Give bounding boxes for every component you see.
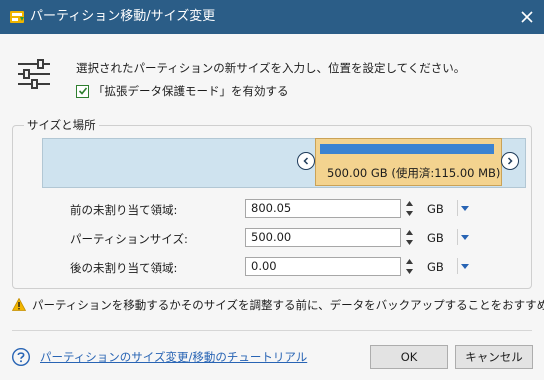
partition-wizard-icon <box>10 11 24 23</box>
window-title: パーティション移動/サイズ変更 <box>30 9 216 24</box>
chevron-right-icon <box>507 157 513 165</box>
partition-size-spinner[interactable] <box>402 228 416 247</box>
spin-down-icon[interactable] <box>402 209 416 218</box>
spin-down-icon[interactable] <box>402 267 416 276</box>
unallocated-before-label: 前の未割り当て領域: <box>70 203 178 217</box>
unallocated-before-spinner[interactable] <box>402 199 416 218</box>
enhanced-protection-option[interactable]: 「拡張データ保護モード」を有効する <box>76 83 289 99</box>
instruction-text: 選択されたパーティションの新サイズを入力し、位置を設定してください。 <box>76 61 466 75</box>
warning-icon <box>12 298 26 311</box>
unit-separator <box>457 229 458 245</box>
ok-button[interactable]: OK <box>370 345 448 369</box>
title-bar: パーティション移動/サイズ変更 <box>0 0 544 34</box>
size-location-legend: サイズと場所 <box>24 117 99 133</box>
spin-up-icon[interactable] <box>402 199 416 208</box>
partition-size-unit: GB <box>427 231 444 245</box>
cancel-button[interactable]: キャンセル <box>455 345 533 369</box>
unallocated-before-unit: GB <box>427 202 444 216</box>
unit-separator <box>457 200 458 216</box>
partition-size-field-label: パーティションサイズ: <box>70 232 188 246</box>
unallocated-after-label: 後の未割り当て領域: <box>70 261 178 275</box>
close-icon <box>521 11 533 23</box>
partition-usage-bar <box>320 144 494 154</box>
unallocated-before-input[interactable]: 800.05 <box>245 199 401 218</box>
unallocated-after-input[interactable]: 0.00 <box>245 257 401 276</box>
move-left-handle[interactable] <box>297 152 315 170</box>
enhanced-protection-label: 「拡張データ保護モード」を有効する <box>93 84 289 98</box>
enhanced-protection-checkbox[interactable] <box>76 84 89 98</box>
dropdown-arrow-icon[interactable] <box>460 258 470 274</box>
dropdown-arrow-icon[interactable] <box>460 229 470 245</box>
close-button[interactable] <box>510 0 544 34</box>
dropdown-arrow-icon[interactable] <box>460 200 470 216</box>
spin-up-icon[interactable] <box>402 228 416 237</box>
unallocated-after-unit: GB <box>427 260 444 274</box>
unit-separator <box>457 258 458 274</box>
footer-divider <box>12 330 532 331</box>
spin-down-icon[interactable] <box>402 238 416 247</box>
partition-size-label: 500.00 GB (使用済:115.00 MB) <box>327 166 501 180</box>
backup-warning-text: パーティションを移動するかそのサイズを調整する前に、データをバックアップすること… <box>32 298 544 312</box>
spin-up-icon[interactable] <box>402 257 416 266</box>
move-resize-partition-dialog: パーティション移動/サイズ変更 選択されたパーティションの新サイズを入力し、位置… <box>0 0 544 380</box>
chevron-left-icon <box>303 157 309 165</box>
checkmark-icon <box>78 87 87 95</box>
sliders-icon <box>18 59 50 89</box>
tutorial-link[interactable]: パーティションのサイズ変更/移動のチュートリアル <box>40 349 307 365</box>
partition-size-input[interactable]: 500.00 <box>245 228 401 247</box>
move-right-handle[interactable] <box>501 152 519 170</box>
help-icon[interactable] <box>12 348 30 366</box>
unallocated-after-spinner[interactable] <box>402 257 416 276</box>
